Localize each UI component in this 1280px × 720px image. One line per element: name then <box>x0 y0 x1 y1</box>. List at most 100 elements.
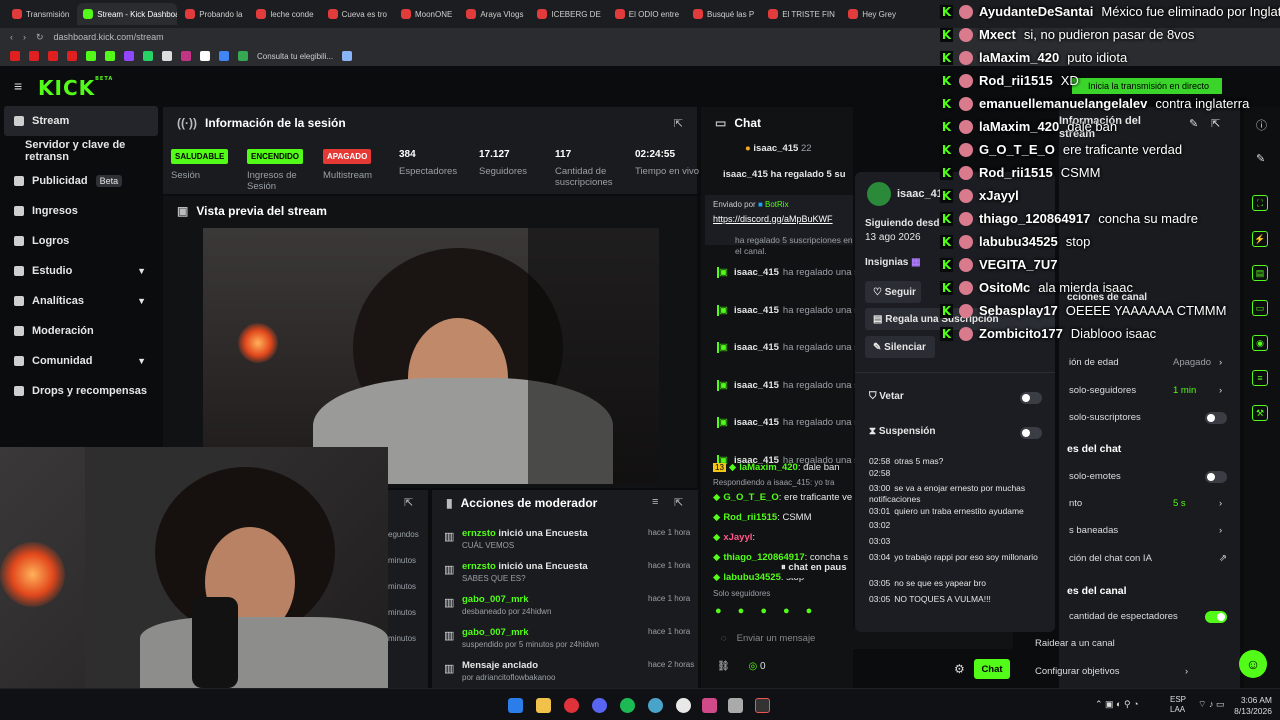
mod-action-row[interactable]: ▥ gabo_007_mrk suspendido por 5 minutos po… <box>432 623 694 657</box>
kick-bookmark-icon[interactable] <box>105 51 115 61</box>
send-chat-button[interactable]: Chat <box>974 659 1010 679</box>
instagram-bookmark-icon[interactable] <box>181 51 191 61</box>
whatsapp-bookmark-icon[interactable] <box>143 51 153 61</box>
emote-icon[interactable]: ● <box>760 605 767 617</box>
info-icon[interactable]: ⓘ <box>1256 117 1267 133</box>
chat-username[interactable]: xJayyl <box>723 532 752 543</box>
browser-tab[interactable]: MoonONE <box>395 3 458 25</box>
external-link-icon[interactable]: ⇗ <box>1219 553 1227 564</box>
chevron-down-icon[interactable]: ▼ <box>137 356 146 366</box>
browser-tab[interactable]: leche conde <box>250 3 319 25</box>
gemini-bookmark-icon[interactable] <box>342 51 353 61</box>
rail-chat-icon[interactable]: ▭ <box>1252 300 1268 316</box>
browser-tab[interactable]: Transmisión <box>6 3 75 25</box>
emote-icon[interactable]: ● <box>715 605 722 617</box>
popout-icon[interactable]: ⇱ <box>674 117 683 130</box>
bookmark-icon[interactable] <box>162 51 172 61</box>
settings-row[interactable]: ción del chat con IA ⇗ <box>1069 553 1229 564</box>
gift-user[interactable]: isaac_415 <box>734 380 779 391</box>
rail-list-icon[interactable]: ≡ <box>1252 370 1268 386</box>
chevron-down-icon[interactable]: ▼ <box>137 296 146 306</box>
chat-username[interactable]: G_O_T_E_O <box>723 492 778 503</box>
emote-icon[interactable]: ● <box>806 605 813 617</box>
pencil-icon[interactable]: ✎ <box>1256 152 1265 165</box>
url-text[interactable]: dashboard.kick.com/stream <box>54 32 164 42</box>
gift-user[interactable]: isaac_415 <box>734 267 779 278</box>
drive-bookmark-icon[interactable] <box>219 51 229 61</box>
settings-toggle[interactable] <box>1205 471 1227 483</box>
x-bookmark-icon[interactable] <box>200 51 210 61</box>
back-icon[interactable]: ‹ <box>10 32 13 42</box>
link-icon[interactable]: ⛓ <box>717 661 730 672</box>
sidebar-item-1[interactable]: Servidor y clave de retransn <box>0 136 160 166</box>
sidebar-item-6[interactable]: Analíticas ▼ <box>0 286 160 316</box>
bookmark-consulta[interactable]: Consulta tu elegibili... <box>257 52 333 61</box>
browser-icon[interactable] <box>648 698 663 713</box>
browser-tab[interactable]: El TRISTE FIN <box>762 3 840 25</box>
filter-icon[interactable]: ≡ <box>652 496 658 508</box>
settings-toggle[interactable] <box>1205 412 1227 424</box>
popout-icon[interactable]: ⇱ <box>674 496 683 509</box>
popout-icon[interactable]: ⇱ <box>404 496 413 509</box>
settings-row[interactable]: solo-suscriptores <box>1069 412 1229 424</box>
browser-tab[interactable]: El ODIO entre <box>609 3 685 25</box>
menu-icon[interactable]: ≡ <box>14 78 22 94</box>
chevron-down-icon[interactable]: ▼ <box>137 266 146 276</box>
browser-tab[interactable]: Stream - Kick Dashboard <box>77 3 178 25</box>
discord-icon[interactable] <box>592 698 607 713</box>
file-explorer-icon[interactable] <box>536 698 551 713</box>
chevron-right-icon[interactable]: › <box>1219 357 1222 368</box>
language-indicator[interactable]: ESP LAA <box>1170 695 1186 715</box>
ban-toggle[interactable] <box>1020 392 1042 404</box>
chat-username[interactable]: Rod_rii1515 <box>723 512 777 523</box>
stream-preview-video[interactable] <box>203 228 659 484</box>
settings-row[interactable]: solo-emotes <box>1069 471 1229 483</box>
sidebar-item-4[interactable]: Logros <box>0 226 160 256</box>
browser-tab[interactable]: ICEBERG DE <box>531 3 606 25</box>
chevron-right-icon[interactable]: › <box>1219 525 1222 536</box>
google-bookmark-icon[interactable] <box>238 51 248 61</box>
chat-paused-indicator[interactable]: ⏸ chat en paus <box>781 562 851 578</box>
mod-action-row[interactable]: ▥ gabo_007_mrk desbaneado por z4hidwn hace … <box>432 590 694 624</box>
follow-button[interactable]: ♡ Seguir <box>865 281 921 303</box>
sidebar-item-0[interactable]: Stream <box>4 106 158 136</box>
gift-user[interactable]: isaac_415 <box>734 305 779 316</box>
chat-username[interactable]: laMaxim_420 <box>739 462 798 473</box>
rail-clipboard-icon[interactable]: ▤ <box>1252 265 1268 281</box>
browser-tab[interactable]: Probando la <box>179 3 248 25</box>
browser-tab[interactable]: Cueva es tro <box>322 3 393 25</box>
settings-row[interactable]: Raidear a un canal <box>1035 638 1195 649</box>
edit-icon[interactable]: ✎ <box>1189 117 1198 130</box>
youtube-bookmark-icon[interactable] <box>10 51 20 61</box>
chevron-right-icon[interactable]: › <box>1219 498 1222 509</box>
wifi-volume-icons[interactable]: ⌔ ♪ ▭ <box>1198 699 1224 710</box>
configure-goals-row[interactable] <box>1030 659 1230 679</box>
spotify-icon[interactable] <box>620 698 635 713</box>
rail-broadcast-icon[interactable]: ◉ <box>1252 335 1268 351</box>
help-fab-icon[interactable]: ☺ <box>1239 650 1267 678</box>
emoji-icon[interactable]: ◌ <box>721 633 727 644</box>
emote-icon[interactable]: ● <box>783 605 790 617</box>
gift-user[interactable]: isaac_415 <box>734 417 779 428</box>
reload-icon[interactable]: ↻ <box>36 32 44 43</box>
kick-bookmark-icon[interactable] <box>86 51 96 61</box>
browser-tab[interactable]: Busqué las P <box>687 3 760 25</box>
settings-app-icon[interactable] <box>728 698 743 713</box>
mute-button[interactable]: ✎ Silenciar <box>865 336 935 358</box>
youtube-bookmark-icon[interactable] <box>29 51 39 61</box>
settings-row[interactable]: ión de edad Apagado › <box>1069 357 1229 368</box>
settings-toggle[interactable] <box>1205 611 1227 623</box>
browser-tab[interactable]: Araya Vlogs <box>460 3 529 25</box>
youtube-bookmark-icon[interactable] <box>67 51 77 61</box>
kick-logo[interactable]: KICKBETA <box>38 76 113 100</box>
settings-row[interactable]: cantidad de espectadores <box>1069 611 1229 623</box>
sidebar-item-3[interactable]: Ingresos <box>0 196 160 226</box>
sidebar-item-8[interactable]: Comunidad ▼ <box>0 346 160 376</box>
rail-lightning-icon[interactable]: ⚡ <box>1252 231 1268 247</box>
popout-icon[interactable]: ⇱ <box>1211 117 1220 130</box>
twitch-bookmark-icon[interactable] <box>124 51 134 61</box>
rail-fullscreen-icon[interactable]: ⛶ <box>1252 195 1268 211</box>
chat-username[interactable]: labubu34525 <box>723 572 781 583</box>
timeout-toggle[interactable] <box>1020 427 1042 439</box>
settings-row[interactable]: s baneadas › <box>1069 525 1229 536</box>
